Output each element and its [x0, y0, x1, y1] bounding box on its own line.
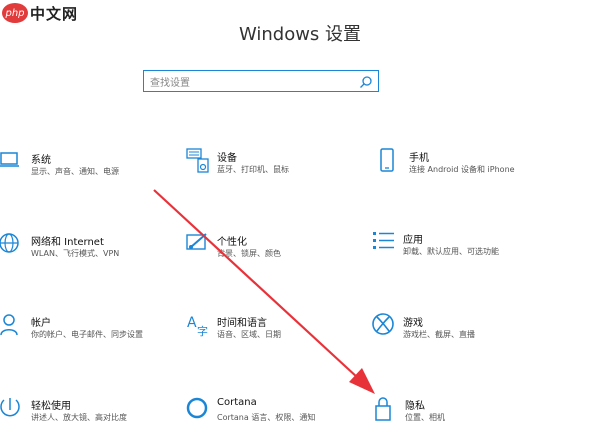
tile-apps[interactable]: 应用 卸载、默认应用、可选功能: [372, 230, 562, 270]
tile-ease-of-access[interactable]: 轻松使用 讲述人、放大镜、高对比度: [0, 396, 190, 436]
tile-devices[interactable]: 设备 蓝牙、打印机、鼠标: [186, 148, 376, 188]
tile-privacy[interactable]: 隐私 位置、相机: [374, 396, 564, 436]
brush-icon: [186, 232, 210, 260]
tile-description: 蓝牙、打印机、鼠标: [217, 165, 289, 174]
page-title: Windows 设置: [238, 24, 362, 45]
search-icon[interactable]: [359, 74, 373, 93]
time-language-icon: A字: [186, 313, 210, 341]
phone-icon: [378, 148, 402, 176]
tile-description: 讲述人、放大镜、高对比度: [31, 413, 127, 422]
svg-text:字: 字: [197, 324, 208, 338]
tile-name: Cortana: [217, 397, 257, 408]
search-box[interactable]: [143, 70, 379, 94]
tile-description: Cortana 语言、权限、通知: [217, 413, 316, 422]
tile-description: 你的帐户、电子邮件、同步设置: [31, 330, 143, 339]
tile-name: 应用: [403, 235, 423, 246]
tile-name: 手机: [409, 153, 429, 164]
tile-gaming[interactable]: 游戏 游戏栏、截屏、直播: [372, 313, 562, 353]
accessibility-icon: [0, 396, 24, 424]
globe-icon: [0, 232, 24, 260]
apps-list-icon: [372, 230, 396, 258]
tile-name: 网络和 Internet: [31, 237, 104, 248]
tile-name: 帐户: [31, 318, 51, 329]
tile-personalization[interactable]: 个性化 背景、锁屏、颜色: [186, 232, 376, 272]
xbox-icon: [372, 313, 396, 341]
tile-accounts[interactable]: 帐户 你的帐户、电子邮件、同步设置: [0, 313, 190, 353]
keyboard-printer-icon: [186, 148, 210, 176]
tile-time-language[interactable]: A字 时间和语言 语音、区域、日期: [186, 313, 376, 353]
tile-description: 游戏栏、截屏、直播: [403, 330, 475, 339]
tile-name: 设备: [217, 153, 237, 164]
tile-name: 个性化: [217, 237, 247, 248]
tile-description: 背景、锁屏、颜色: [217, 249, 281, 258]
cortana-circle-icon: [186, 396, 210, 424]
tile-network[interactable]: 网络和 Internet WLAN、飞行模式、VPN: [0, 232, 190, 272]
tile-name: 游戏: [403, 318, 423, 329]
tile-description: 连接 Android 设备和 iPhone: [409, 165, 515, 174]
tile-system[interactable]: 系统 显示、声音、通知、电源: [0, 150, 190, 190]
annotation-arrow: [153, 189, 375, 394]
tile-description: 显示、声音、通知、电源: [31, 167, 119, 176]
person-icon: [0, 313, 24, 341]
svg-text:A: A: [187, 315, 197, 331]
tile-phone[interactable]: 手机 连接 Android 设备和 iPhone: [378, 148, 568, 188]
tile-name: 轻松使用: [31, 401, 71, 412]
tile-cortana[interactable]: Cortana Cortana 语言、权限、通知: [186, 396, 376, 436]
tile-description: 语音、区域、日期: [217, 330, 281, 339]
tile-name: 时间和语言: [217, 318, 267, 329]
tile-name: 系统: [31, 155, 51, 166]
lock-icon: [374, 396, 398, 424]
tile-name: 隐私: [405, 401, 425, 412]
search-input[interactable]: [144, 73, 356, 94]
tile-description: WLAN、飞行模式、VPN: [31, 249, 120, 258]
laptop-icon: [0, 150, 24, 178]
tile-description: 卸载、默认应用、可选功能: [403, 247, 499, 256]
tile-description: 位置、相机: [405, 413, 445, 422]
